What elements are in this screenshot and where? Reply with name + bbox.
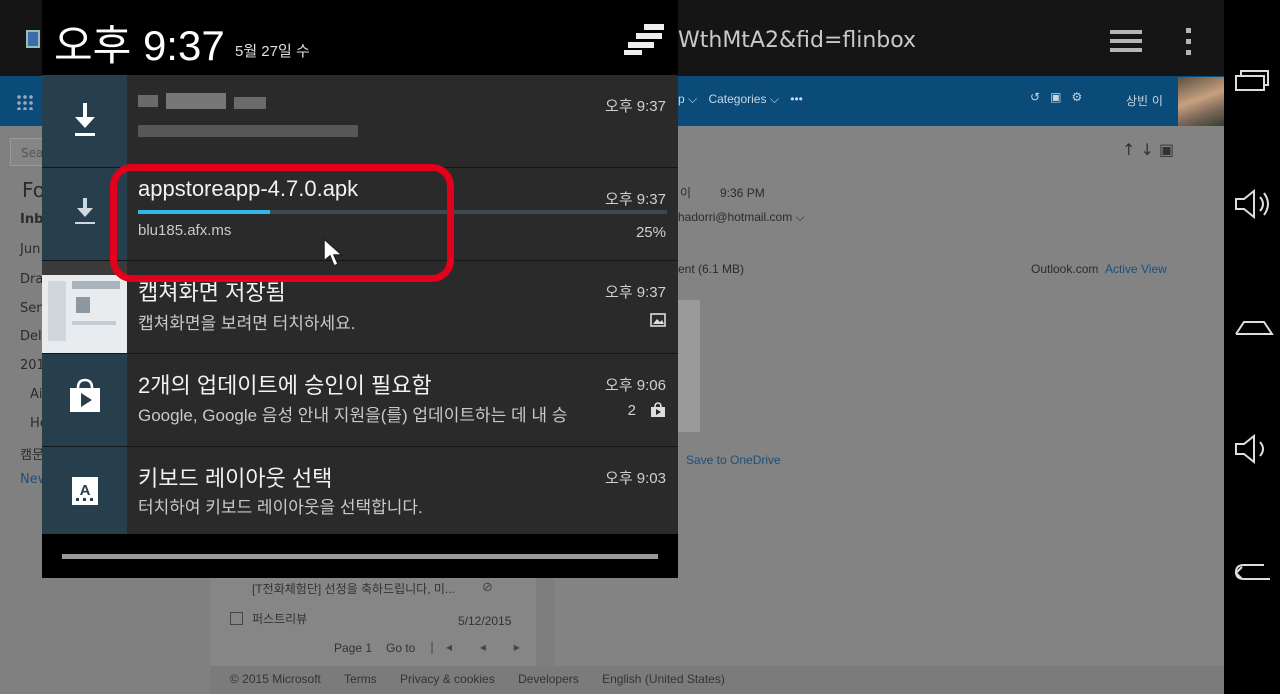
keyboard-icon: A (72, 477, 98, 505)
notification-keyboard[interactable]: A 키보드 레이아웃 선택 터치하여 키보드 레이아웃을 선택합니다. 오후 9… (42, 447, 678, 540)
undo-icon[interactable]: ↺ (1030, 90, 1040, 104)
svg-text:A: A (80, 482, 91, 499)
folder-junk[interactable]: Jun (20, 242, 40, 257)
active-view-link[interactable]: Active View (1105, 262, 1167, 276)
volume-down-icon (1235, 434, 1264, 464)
list-item-date: 5/12/2015 (458, 614, 512, 628)
home-button[interactable] (1224, 298, 1280, 354)
notification-time: 오후 9:03 (605, 470, 666, 487)
volume-up-icon (1235, 189, 1269, 219)
shade-handle-bar[interactable] (62, 554, 658, 559)
list-item-checkbox[interactable] (230, 612, 243, 625)
pixelated-title (138, 95, 158, 107)
navigation-bar (1224, 0, 1280, 694)
footer-developers[interactable]: Developers (518, 672, 579, 686)
app-launcher-icon[interactable] (16, 94, 34, 110)
notification-title: 2개의 업데이트에 승인이 필요함 (138, 373, 432, 398)
recent-apps-icon (1235, 70, 1269, 91)
mouse-cursor-icon (322, 237, 346, 273)
menu-item-more[interactable]: ••• (790, 92, 803, 106)
notification-time: 오후 9:37 (605, 191, 666, 208)
update-count: 2 (627, 402, 636, 419)
image-icon (650, 313, 666, 331)
outlook-toolbar-icons: ↺ ▣ ⚙ (1030, 90, 1082, 104)
notification-text: Google, Google 음성 안내 지원을(를) 업데이트하는 데 내 승 (138, 406, 568, 425)
tabs-icon[interactable] (1110, 30, 1142, 56)
folder-ai[interactable]: Ai (30, 387, 43, 402)
back-icon (1234, 564, 1270, 580)
download-icon (75, 103, 95, 136)
highlight-annotation (110, 164, 454, 282)
quick-settings-icon[interactable] (624, 22, 666, 56)
progress-percent: 25% (635, 224, 666, 241)
notification-updates[interactable]: 2개의 업데이트에 승인이 필요함 Google, Google 음성 안내 지… (42, 354, 678, 447)
notification-download[interactable]: 오후 9:37 (42, 75, 678, 168)
date: 5월 27일 수 (235, 43, 310, 60)
footer-copyright: © 2015 Microsoft (230, 672, 321, 686)
url-bar[interactable]: WthMtA2&fid=flinbox (678, 28, 916, 53)
pixelated-text (138, 125, 358, 137)
recent-apps-button[interactable] (1224, 52, 1280, 108)
menu-item-categories[interactable]: Categories ⌵ (708, 92, 778, 106)
sender-name: 이 (680, 186, 692, 200)
notification-time: 오후 9:37 (605, 98, 666, 115)
attachment-label: ent (6.1 MB) (678, 262, 745, 276)
pixelated-title (166, 93, 226, 109)
user-name[interactable]: 상빈 이 (1126, 92, 1163, 109)
volume-up-button[interactable] (1224, 175, 1280, 231)
gear-icon[interactable]: ⚙ (1071, 90, 1082, 104)
pager-goto[interactable]: Go to (386, 641, 415, 655)
list-item-subject[interactable]: [T전화체험단] 선정을 축하드립니다, 미... (252, 580, 455, 597)
footer-terms[interactable]: Terms (344, 672, 377, 686)
notification-title: 키보드 레이아웃 선택 (138, 466, 333, 491)
folder-sent[interactable]: Sen (20, 301, 45, 316)
folder-deleted[interactable]: Del (20, 329, 42, 344)
screenshot-thumbnail (42, 261, 127, 353)
shopping-bag-icon (650, 402, 666, 422)
folder-campaign[interactable]: 캠문 (20, 444, 44, 463)
list-item-subject[interactable]: 퍼스트리뷰 (252, 610, 307, 627)
back-button[interactable] (1224, 543, 1280, 599)
avatar[interactable] (1178, 77, 1224, 126)
save-to-onedrive-link[interactable]: Save to OneDrive (686, 453, 781, 467)
clock: 오후 9:37 (54, 22, 225, 69)
notification-icon-box: A (42, 447, 127, 539)
footer-language[interactable]: English (United States) (602, 672, 725, 686)
pager-page: Page 1 (334, 641, 373, 655)
message-nav-icons[interactable]: ↑ ↓ ▣ (1122, 140, 1174, 159)
notification-text: 캡쳐화면을 보려면 터치하세요. (138, 314, 356, 333)
volume-down-button[interactable] (1224, 420, 1280, 476)
footer-privacy[interactable]: Privacy & cookies (400, 672, 495, 686)
play-store-icon (70, 378, 100, 412)
notification-icon-box (42, 75, 127, 167)
messenger-icon[interactable]: ▣ (1050, 90, 1061, 104)
notification-icon-box (42, 354, 127, 446)
sender-email[interactable]: hadorri@hotmail.com ⌵ (678, 210, 805, 225)
home-icon (1235, 321, 1274, 335)
notification-time: 오후 9:06 (605, 377, 666, 394)
overflow-menu-icon[interactable] (1186, 28, 1194, 61)
paperclip-icon: ⊘ (482, 580, 493, 595)
sender-time: 9:36 PM (720, 186, 765, 200)
outlook-menu: p ⌵ Categories ⌵ ••• (678, 92, 811, 107)
pixelated-title (234, 97, 266, 109)
outlook-favicon (26, 30, 40, 48)
page-footer: © 2015 Microsoft Terms Privacy & cookies… (210, 666, 1224, 694)
menu-item-move[interactable]: p ⌵ (678, 92, 697, 106)
notification-text: 터치하여 키보드 레이아웃을 선택합니다. (138, 498, 423, 517)
outlook-label: Outlook.com (1031, 262, 1099, 276)
notification-time: 오후 9:37 (605, 284, 666, 301)
folder-drafts[interactable]: Dra (20, 272, 43, 287)
